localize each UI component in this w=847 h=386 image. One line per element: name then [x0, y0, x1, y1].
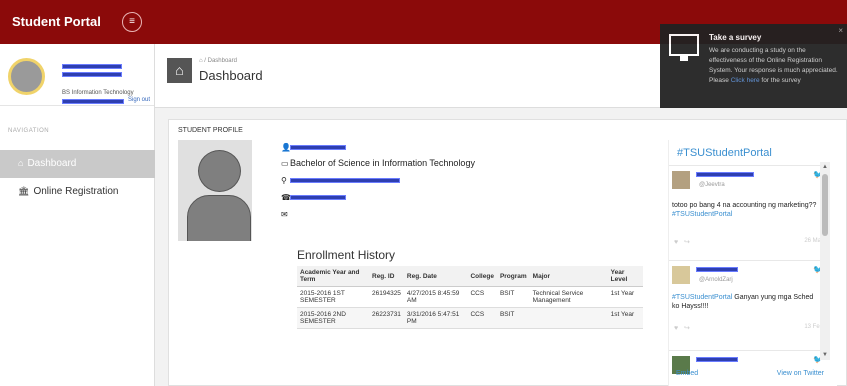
tweet-handle[interactable]: @ArnoldZarj	[699, 277, 733, 283]
tweet-actions[interactable]: ♥ ↪	[674, 324, 690, 332]
enrollment-history-title: Enrollment History	[297, 248, 396, 262]
sidebar-item-label: Online Registration	[33, 186, 119, 197]
column-header: Academic Year and Term	[297, 266, 369, 287]
table-cell: 3/31/2016 5:47:51 PM	[403, 307, 468, 329]
info-address-row: ⚲	[281, 175, 400, 185]
brand-label: Student Portal	[12, 14, 101, 29]
monitor-icon	[669, 34, 699, 56]
tweet-text: #TSUStudentPortal Ganyan yung mga Sched …	[672, 293, 822, 311]
twitter-hashtag-title[interactable]: #TSUStudentPortal	[677, 147, 772, 159]
program-text: Bachelor of Science in Information Techn…	[290, 158, 475, 168]
enrollment-table: Academic Year and Term Reg. ID Reg. Date…	[297, 266, 643, 329]
monitor-stand-icon	[680, 56, 688, 61]
scroll-down-icon[interactable]: ▼	[820, 352, 830, 358]
tweet-item[interactable]: @ArnoldZarj 🐦 #TSUStudentPortal Ganyan y…	[669, 260, 829, 348]
redacted-name	[62, 64, 122, 69]
tweet-actions[interactable]: ♥ ↪	[674, 238, 690, 246]
table-cell: Technical Service Management	[529, 286, 608, 308]
sidebar-item-label: Dashboard	[27, 158, 77, 169]
table-row: 2015-2016 1ST SEMESTER 26194325 4/27/201…	[297, 286, 643, 308]
column-header: Major	[529, 266, 608, 287]
tweet-body: totoo po bang 4 na accounting ng marketi…	[672, 202, 817, 209]
info-name-row: 👤	[281, 142, 346, 152]
table-cell: 1st Year	[607, 307, 643, 329]
hamburger-icon: ≡	[129, 16, 135, 27]
scroll-thumb[interactable]	[822, 174, 828, 236]
photo-body	[187, 195, 251, 241]
view-on-twitter-link[interactable]: View on Twitter	[777, 370, 824, 377]
sidebar-profile: BS Information Technology Sign out	[0, 44, 154, 106]
table-cell: 1st Year	[607, 286, 643, 308]
map-marker-icon: ⚲	[281, 176, 287, 185]
user-icon: 👤	[281, 143, 291, 152]
table-cell: CCS	[467, 307, 497, 329]
redacted-name-line2	[62, 72, 122, 77]
tweet-hashtag[interactable]: #TSUStudentPortal	[672, 294, 732, 301]
twitter-scrollbar[interactable]: ▲ ▼	[820, 162, 830, 360]
column-header: Year Level	[607, 266, 643, 287]
redacted-id	[62, 99, 124, 104]
close-icon[interactable]: ×	[838, 26, 843, 35]
table-cell: 26194325	[369, 286, 404, 308]
scroll-up-icon[interactable]: ▲	[820, 164, 830, 170]
table-cell: CCS	[467, 286, 497, 308]
column-header: Program	[496, 266, 530, 287]
section-title: STUDENT PROFILE	[178, 127, 243, 134]
tweet-handle[interactable]: @Jeevtra	[699, 182, 725, 188]
home-icon: ⌂	[18, 158, 24, 168]
page-title: Dashboard	[199, 68, 263, 83]
nav-label: NAVIGATION	[8, 128, 50, 134]
sidebar-item-online-registration[interactable]: 🏛 Online Registration	[0, 178, 155, 206]
redacted-tweet-author	[696, 357, 738, 362]
breadcrumb-label: Dashboard	[207, 58, 237, 64]
sidebar: BS Information Technology Sign out NAVIG…	[0, 44, 155, 386]
survey-popup[interactable]: × Take a survey We are conducting a stud…	[660, 24, 847, 108]
table-cell: 26223731	[369, 307, 404, 329]
phone-icon: ☎	[281, 193, 291, 202]
embed-link[interactable]: Embed	[676, 370, 698, 377]
table-cell: 2015-2016 2ND SEMESTER	[297, 307, 369, 329]
home-icon: ⌂	[167, 58, 192, 83]
survey-body: We are conducting a study on the effecti…	[709, 46, 843, 86]
survey-link[interactable]: Click here	[731, 77, 760, 84]
tweet-avatar	[672, 171, 690, 189]
sidebar-item-dashboard[interactable]: ⌂ Dashboard	[0, 150, 155, 178]
profile-course: BS Information Technology	[62, 90, 134, 96]
redacted-address	[290, 178, 400, 183]
redacted-tweet-author	[696, 172, 754, 177]
info-program-row: ▭Bachelor of Science in Information Tech…	[281, 158, 475, 168]
column-header: College	[467, 266, 497, 287]
breadcrumb[interactable]: ⌂ / Dashboard	[199, 58, 237, 64]
table-cell: BSIT	[496, 307, 530, 329]
redacted-tweet-author	[696, 267, 738, 272]
tweet-avatar	[672, 266, 690, 284]
table-row: 2015-2016 2ND SEMESTER 26223731 3/31/201…	[297, 307, 643, 329]
envelope-icon: ✉	[281, 210, 288, 219]
profile-photo-placeholder	[178, 140, 252, 241]
table-cell	[529, 307, 608, 329]
info-phone-row: ☎	[281, 192, 346, 202]
menu-toggle-button[interactable]: ≡	[122, 12, 142, 32]
twitter-timeline[interactable]: #TSUStudentPortal @Jeevtra 🐦 totoo po ba…	[668, 140, 837, 386]
info-email-row: ✉	[281, 209, 290, 219]
photo-head	[198, 150, 241, 192]
survey-title: Take a survey	[709, 33, 762, 42]
table-header-row: Academic Year and Term Reg. ID Reg. Date…	[297, 266, 643, 287]
redacted-name	[290, 145, 346, 150]
bank-icon: 🏛	[18, 186, 30, 196]
tweet-item[interactable]: @Jeevtra 🐦 totoo po bang 4 na accounting…	[669, 165, 829, 257]
tweet-text: totoo po bang 4 na accounting ng marketi…	[672, 201, 822, 219]
table-cell: BSIT	[496, 286, 530, 308]
column-header: Reg. Date	[403, 266, 468, 287]
survey-suffix: for the survey	[761, 77, 801, 84]
redacted-phone	[290, 195, 346, 200]
table-cell: 4/27/2015 8:45:59 AM	[403, 286, 468, 308]
sign-out-link[interactable]: Sign out	[128, 97, 150, 103]
card-icon: ▭	[281, 159, 289, 168]
avatar	[8, 58, 45, 95]
column-header: Reg. ID	[369, 266, 404, 287]
table-cell: 2015-2016 1ST SEMESTER	[297, 286, 369, 308]
tweet-hashtag[interactable]: #TSUStudentPortal	[672, 211, 732, 218]
